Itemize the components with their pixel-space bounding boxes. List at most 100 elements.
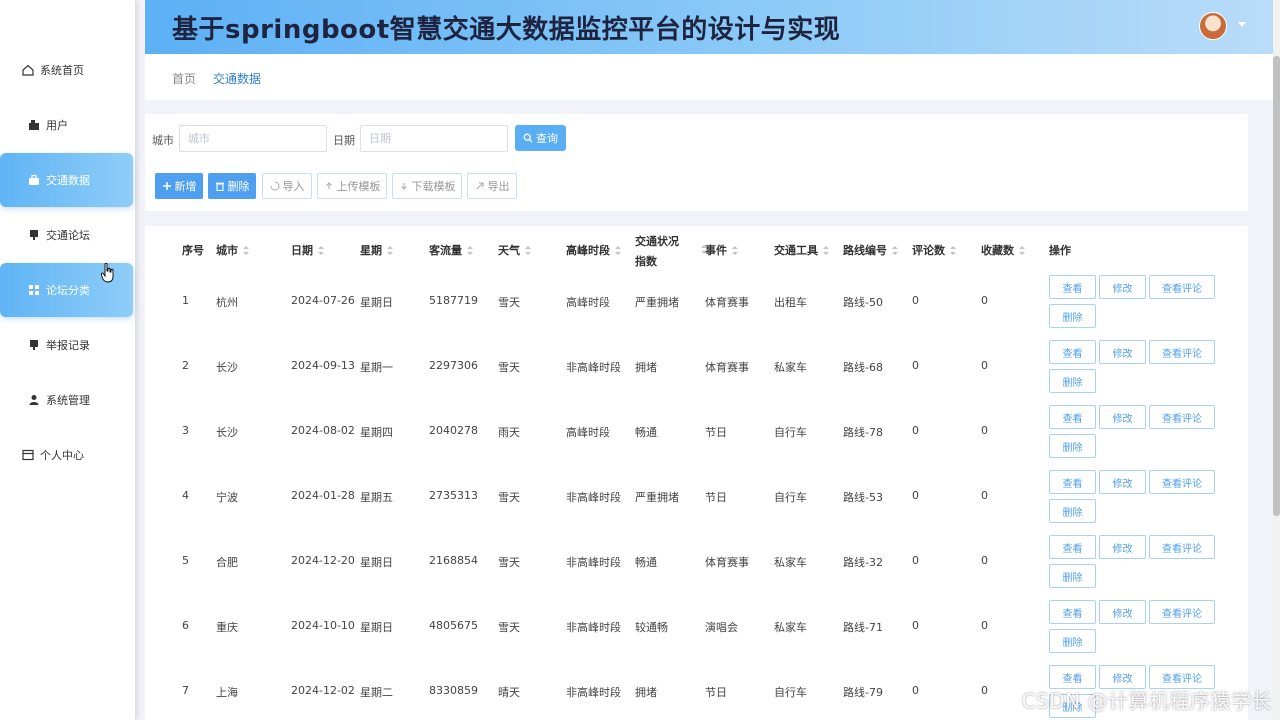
user-icon	[28, 119, 40, 131]
sort-icon[interactable]	[732, 245, 738, 255]
mouse-cursor-icon	[101, 262, 115, 286]
sort-icon[interactable]	[318, 245, 324, 255]
delete-button[interactable]: 删除	[1049, 434, 1096, 458]
cell-route: 路线-53	[843, 491, 883, 504]
city-input[interactable]	[179, 125, 327, 152]
cell-index: 4	[182, 489, 189, 502]
export-button[interactable]: 导出	[467, 173, 517, 199]
view-comments-button[interactable]: 查看评论	[1149, 340, 1215, 364]
sort-icon[interactable]	[467, 245, 473, 255]
monitor-icon	[28, 339, 40, 351]
view-button[interactable]: 查看	[1049, 275, 1096, 299]
edit-button[interactable]: 修改	[1099, 535, 1146, 559]
cell-flow: 2040278	[429, 424, 478, 437]
view-comments-button[interactable]: 查看评论	[1149, 470, 1215, 494]
sidebar-item-users[interactable]: 用户	[0, 98, 133, 152]
grid-icon	[28, 284, 40, 296]
column-header-vehicle[interactable]: 交通工具	[774, 242, 829, 258]
column-header-date[interactable]: 日期	[291, 242, 324, 258]
view-button[interactable]: 查看	[1049, 340, 1096, 364]
sort-icon[interactable]	[823, 245, 829, 255]
column-header-weekday[interactable]: 星期	[360, 242, 393, 258]
column-header-status[interactable]: 交通状况指数	[635, 232, 687, 272]
sidebar-item-home[interactable]: 系统首页	[0, 43, 133, 97]
delete-button[interactable]: 删除	[1049, 499, 1096, 523]
delete-button[interactable]: 删除	[1049, 564, 1096, 588]
sidebar-item-profile[interactable]: 个人中心	[0, 428, 133, 482]
cell-event: 体育赛事	[705, 296, 749, 309]
column-header-peak[interactable]: 高峰时段	[566, 242, 621, 258]
cell-peak: 高峰时段	[566, 426, 610, 439]
view-button[interactable]: 查看	[1049, 600, 1096, 624]
column-header-city[interactable]: 城市	[216, 242, 249, 258]
cell-favorites: 0	[981, 294, 988, 307]
cell-vehicle: 私家车	[774, 556, 807, 569]
view-comments-button[interactable]: 查看评论	[1149, 275, 1215, 299]
add-button-label: 新增	[174, 180, 197, 193]
sort-icon[interactable]	[525, 245, 531, 255]
cell-date: 2024-10-10	[291, 619, 355, 632]
view-comments-button[interactable]: 查看评论	[1149, 535, 1215, 559]
delete-button[interactable]: 删除	[208, 173, 256, 199]
delete-button[interactable]: 删除	[1049, 304, 1096, 328]
column-header-weather[interactable]: 天气	[498, 242, 531, 258]
cell-event: 节日	[705, 686, 727, 699]
view-comments-button[interactable]: 查看评论	[1149, 600, 1215, 624]
cell-route: 路线-32	[843, 556, 883, 569]
date-input[interactable]	[360, 125, 508, 152]
sidebar-item-label: 举报记录	[46, 339, 90, 352]
sort-icon[interactable]	[615, 245, 621, 255]
delete-button[interactable]: 删除	[1049, 629, 1096, 653]
sidebar-item-traffic-forum[interactable]: 交通论坛	[0, 208, 133, 262]
breadcrumb-home[interactable]: 首页	[172, 70, 196, 87]
column-header-flow[interactable]: 客流量	[429, 242, 473, 258]
edit-button[interactable]: 修改	[1099, 405, 1146, 429]
cell-weekday: 星期日	[360, 556, 393, 569]
window-icon	[22, 449, 34, 461]
cell-weekday: 星期五	[360, 491, 393, 504]
sort-icon[interactable]	[243, 245, 249, 255]
column-header-favorites[interactable]: 收藏数	[981, 242, 1025, 258]
add-button[interactable]: 新增	[155, 173, 203, 199]
sidebar-item-system[interactable]: 系统管理	[0, 373, 133, 427]
edit-button[interactable]: 修改	[1099, 340, 1146, 364]
table-row: 5 合肥 2024-12-20 星期日 2168854 雪天 非高峰时段 畅通 体育赛事 私家车 路…	[145, 532, 1248, 597]
sort-icon[interactable]	[892, 245, 898, 255]
cell-index: 6	[182, 619, 189, 632]
cell-weather: 雪天	[498, 556, 520, 569]
column-header-event[interactable]: 事件	[705, 242, 738, 258]
import-button[interactable]: 导入	[262, 173, 312, 199]
edit-button[interactable]: 修改	[1099, 600, 1146, 624]
delete-button[interactable]: 删除	[1049, 369, 1096, 393]
scrollbar-thumb[interactable]	[1273, 56, 1280, 516]
view-comments-button[interactable]: 查看评论	[1149, 405, 1215, 429]
cell-route: 路线-50	[843, 296, 883, 309]
view-button[interactable]: 查看	[1049, 405, 1096, 429]
chevron-down-icon[interactable]	[1237, 20, 1247, 30]
delete-button-label: 删除	[227, 180, 250, 193]
edit-button[interactable]: 修改	[1099, 275, 1146, 299]
city-label: 城市	[152, 134, 174, 147]
import-button-label: 导入	[282, 180, 305, 193]
query-button[interactable]: 查询	[515, 125, 566, 151]
column-header-route[interactable]: 路线编号	[843, 242, 898, 258]
cell-weekday: 星期日	[360, 296, 393, 309]
data-table: 序号 城市 日期 星期 客流量 天气 高峰时段 交通状况指数 事件 交通工具 路…	[145, 226, 1248, 720]
column-header-actions: 操作	[1049, 244, 1071, 257]
sidebar-item-reports[interactable]: 举报记录	[0, 318, 133, 372]
sort-icon[interactable]	[1019, 245, 1025, 255]
cell-date: 2024-09-13	[291, 359, 355, 372]
sort-icon[interactable]	[950, 245, 956, 255]
avatar[interactable]	[1199, 12, 1227, 40]
view-button[interactable]: 查看	[1049, 535, 1096, 559]
view-button[interactable]: 查看	[1049, 470, 1096, 494]
download-template-button[interactable]: 下载模板	[392, 173, 462, 199]
download-icon	[400, 183, 407, 190]
column-header-comments[interactable]: 评论数	[912, 242, 956, 258]
sidebar-item-traffic-data[interactable]: 交通数据	[0, 153, 133, 207]
upload-template-button[interactable]: 上传模板	[317, 173, 387, 199]
sort-icon[interactable]	[387, 245, 393, 255]
cell-weather: 雪天	[498, 361, 520, 374]
edit-button[interactable]: 修改	[1099, 470, 1146, 494]
cell-flow: 8330859	[429, 684, 478, 697]
